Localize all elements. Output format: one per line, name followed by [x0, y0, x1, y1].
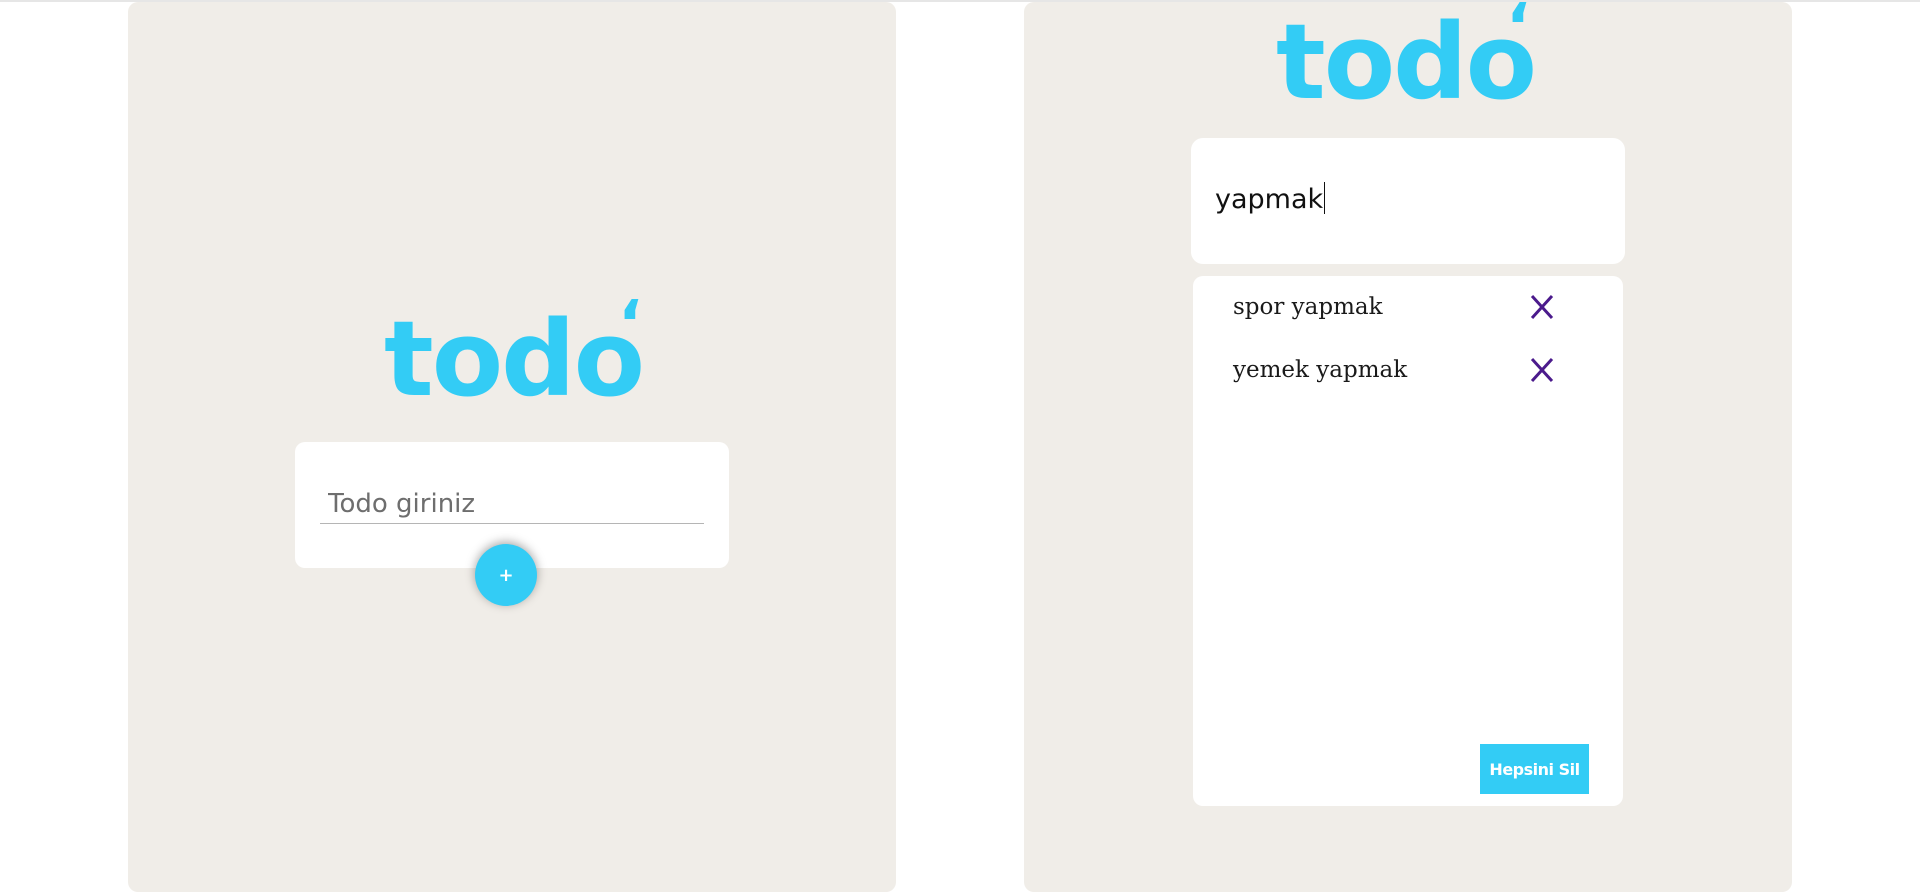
right-todo-panel: todo ‘ yapmak spor yapmak yemek yapmak H… — [1024, 0, 1792, 892]
todo-item-text: spor yapmak — [1233, 294, 1383, 320]
todo-input-card[interactable]: yapmak — [1191, 138, 1625, 264]
logo-mark: ‘ — [618, 288, 642, 362]
list-item: spor yapmak — [1231, 290, 1591, 330]
add-todo-button[interactable]: + — [475, 544, 537, 606]
close-x-icon[interactable] — [1527, 355, 1557, 385]
text-caret — [1324, 182, 1326, 214]
logo-mark: ‘ — [1506, 0, 1530, 65]
todo-input[interactable] — [320, 484, 704, 524]
close-x-icon[interactable] — [1527, 292, 1557, 322]
left-todo-panel: todo ‘ + — [128, 2, 896, 892]
logo-text: todo — [384, 298, 645, 420]
list-item: yemek yapmak — [1231, 353, 1591, 393]
logo-text: todo — [1276, 1, 1537, 123]
todo-logo: todo ‘ — [384, 293, 645, 411]
todo-logo: todo ‘ — [1276, 0, 1537, 114]
todo-item-text: yemek yapmak — [1233, 357, 1408, 383]
todo-list: spor yapmak yemek yapmak Hepsini Sil — [1193, 276, 1623, 806]
typed-value: yapmak — [1215, 184, 1324, 215]
todo-input-value[interactable]: yapmak — [1215, 182, 1326, 215]
clear-all-button[interactable]: Hepsini Sil — [1480, 744, 1589, 794]
